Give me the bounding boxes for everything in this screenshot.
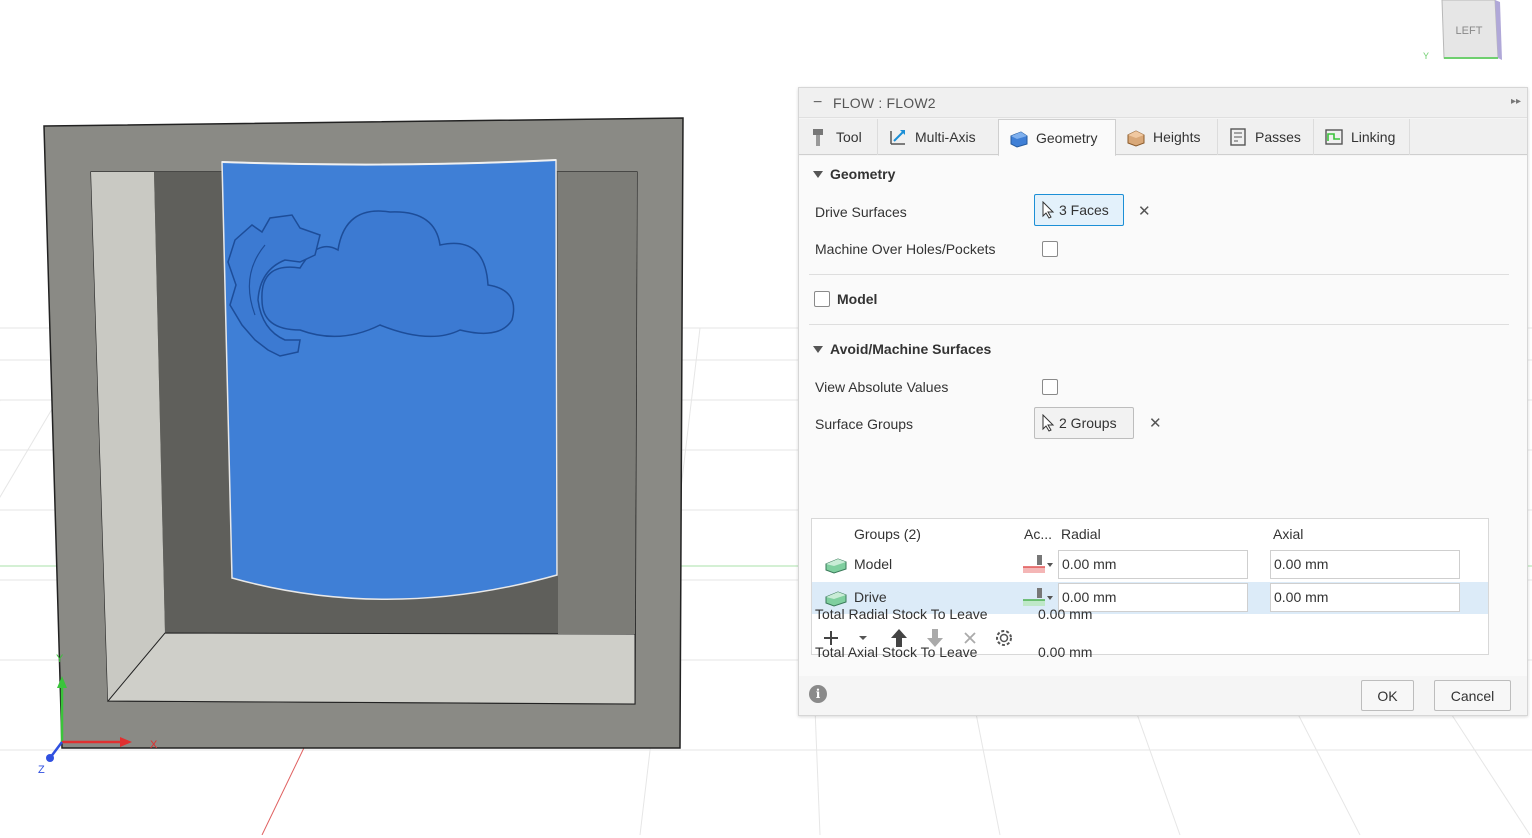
- group-name: Drive: [854, 589, 887, 605]
- clear-surface-groups-icon[interactable]: ✕: [1149, 414, 1162, 432]
- surface-groups-table: Groups (2) Ac... Radial Axial Model 0.00…: [811, 518, 1489, 655]
- total-axial-value: 0.00 mm: [1038, 644, 1093, 660]
- heights-icon: [1126, 127, 1146, 147]
- cancel-button[interactable]: Cancel: [1434, 680, 1511, 711]
- tab-linking-label: Linking: [1351, 129, 1396, 145]
- geometry-header-label: Geometry: [830, 166, 896, 182]
- tab-multi-axis[interactable]: Multi-Axis: [878, 119, 999, 155]
- axial-input[interactable]: 0.00 mm: [1270, 550, 1460, 579]
- col-action-header[interactable]: Ac...: [1024, 526, 1052, 542]
- linking-icon: [1324, 127, 1344, 147]
- drive-surfaces-label: Drive Surfaces: [815, 204, 907, 220]
- surface-group-icon: [824, 556, 848, 577]
- tab-tool[interactable]: Tool: [799, 119, 878, 155]
- tool-icon: [809, 127, 829, 147]
- avoid-header-label: Avoid/Machine Surfaces: [830, 341, 992, 357]
- model-label: Model: [837, 291, 878, 307]
- table-row[interactable]: Model 0.00 mm 0.00 mm: [812, 549, 1488, 581]
- view-cube[interactable]: LEFT Y: [1420, 0, 1520, 66]
- tab-heights[interactable]: Heights: [1116, 119, 1218, 155]
- machine-over-holes-label: Machine Over Holes/Pockets: [815, 241, 996, 257]
- cursor-arrow-icon: [1042, 201, 1055, 219]
- surface-groups-select-button[interactable]: 2 Groups: [1034, 407, 1134, 439]
- passes-icon: [1228, 127, 1248, 147]
- tab-passes-label: Passes: [1255, 129, 1301, 145]
- view-absolute-values-checkbox[interactable]: [1042, 379, 1058, 395]
- dialog-titlebar[interactable]: − FLOW : FLOW2 ▸▸: [799, 88, 1527, 118]
- col-groups-header[interactable]: Groups (2): [854, 526, 921, 542]
- action-dropdown[interactable]: [1022, 553, 1058, 577]
- tab-heights-label: Heights: [1153, 129, 1201, 145]
- total-radial-value: 0.00 mm: [1038, 606, 1093, 622]
- tab-multi-axis-label: Multi-Axis: [915, 129, 976, 145]
- flow-dialog: − FLOW : FLOW2 ▸▸ Tool Multi-Axis Geomet…: [798, 87, 1528, 716]
- viewcube-axis-label: Y: [1423, 51, 1429, 61]
- model-checkbox[interactable]: [814, 291, 830, 307]
- divider: [809, 324, 1509, 325]
- triad-y-label: Y: [56, 653, 64, 665]
- gear-icon[interactable]: [992, 627, 1016, 649]
- multi-axis-icon: [888, 127, 908, 147]
- tab-geometry[interactable]: Geometry: [998, 119, 1116, 157]
- surface-groups-value: 2 Groups: [1059, 415, 1117, 431]
- drive-surfaces-value: 3 Faces: [1059, 202, 1109, 218]
- tab-geometry-label: Geometry: [1036, 129, 1098, 146]
- triad-z-label: Z: [38, 764, 45, 776]
- geometry-icon: [1009, 128, 1029, 148]
- tab-passes[interactable]: Passes: [1218, 119, 1314, 155]
- surface-groups-label: Surface Groups: [815, 416, 914, 432]
- view-absolute-values-label: View Absolute Values: [815, 379, 949, 395]
- tab-bar: Tool Multi-Axis Geometry Heights Passes: [799, 119, 1527, 157]
- clear-drive-surfaces-icon[interactable]: ✕: [1138, 202, 1151, 220]
- triad-x-label: X: [150, 739, 158, 751]
- machine-over-holes-checkbox[interactable]: [1042, 241, 1058, 257]
- total-radial-label: Total Radial Stock To Leave: [815, 606, 988, 622]
- collapse-triangle-icon: [813, 170, 823, 178]
- radial-input[interactable]: 0.00 mm: [1058, 550, 1248, 579]
- dialog-content: Geometry Drive Surfaces 3 Faces ✕ Machin…: [799, 156, 1527, 676]
- col-axial-header[interactable]: Axial: [1273, 526, 1303, 542]
- viewcube-face-label: LEFT: [1456, 25, 1483, 37]
- collapse-triangle-icon: [813, 345, 823, 353]
- dialog-title: FLOW : FLOW2: [833, 94, 936, 111]
- expand-panel-icon[interactable]: ▸▸: [1511, 96, 1521, 107]
- collapse-icon[interactable]: −: [813, 94, 829, 111]
- axial-input[interactable]: 0.00 mm: [1270, 583, 1460, 612]
- drive-surfaces-select-button[interactable]: 3 Faces: [1034, 194, 1124, 226]
- info-icon[interactable]: i: [809, 685, 827, 703]
- avoid-section-header[interactable]: Avoid/Machine Surfaces: [813, 341, 991, 357]
- geometry-section-header[interactable]: Geometry: [813, 166, 895, 182]
- tab-tool-label: Tool: [836, 129, 862, 145]
- cursor-arrow-icon: [1042, 414, 1055, 432]
- tab-linking[interactable]: Linking: [1314, 119, 1410, 155]
- drive-surface[interactable]: [221, 159, 558, 601]
- total-axial-label: Total Axial Stock To Leave: [815, 644, 978, 660]
- group-name: Model: [854, 556, 893, 572]
- ok-button[interactable]: OK: [1361, 680, 1414, 711]
- col-radial-header[interactable]: Radial: [1061, 526, 1101, 542]
- divider: [809, 274, 1509, 275]
